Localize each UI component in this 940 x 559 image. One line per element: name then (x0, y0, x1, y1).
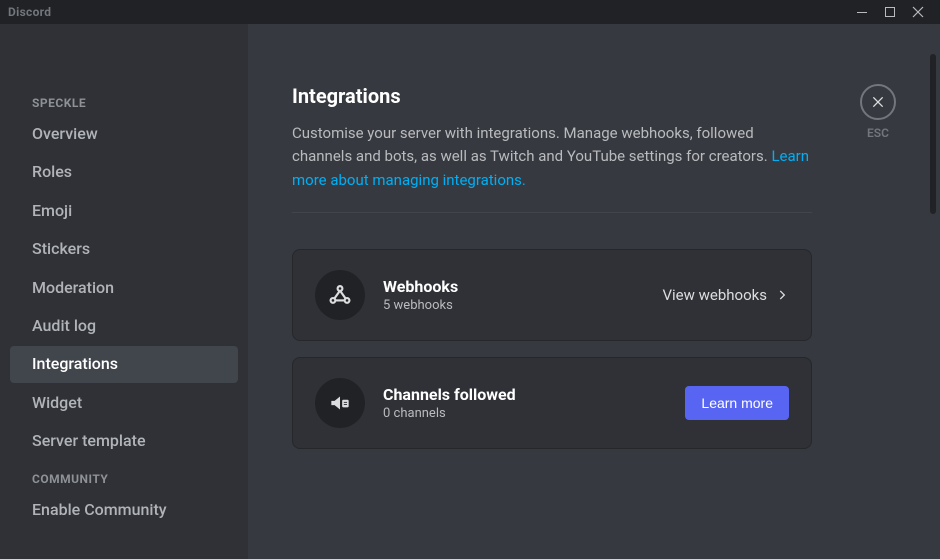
minimize-icon (856, 6, 868, 18)
view-webhooks-link[interactable]: View webhooks (662, 286, 789, 304)
channels-followed-card[interactable]: Channels followed 0 channels Learn more (292, 357, 812, 449)
close-icon (870, 94, 886, 110)
sidebar-item-stickers[interactable]: Stickers (10, 231, 238, 267)
sidebar-item-roles[interactable]: Roles (10, 154, 238, 190)
webhooks-title: Webhooks (383, 277, 644, 296)
maximize-button[interactable] (876, 0, 904, 24)
window-titlebar: Discord (0, 0, 940, 24)
webhooks-subtitle: 5 webhooks (383, 298, 644, 313)
sidebar-item-moderation[interactable]: Moderation (10, 270, 238, 306)
sidebar-item-widget[interactable]: Widget (10, 385, 238, 421)
learn-more-button[interactable]: Learn more (685, 386, 789, 420)
close-settings-button[interactable] (860, 84, 896, 120)
page-description-text: Customise your server with integrations.… (292, 124, 771, 165)
close-settings: ESC (860, 84, 896, 140)
maximize-icon (884, 6, 896, 18)
channels-followed-card-body: Channels followed 0 channels (383, 385, 667, 421)
webhooks-icon (315, 270, 365, 320)
sidebar-item-enable-community[interactable]: Enable Community (10, 492, 238, 528)
close-window-button[interactable] (904, 0, 932, 24)
webhooks-card[interactable]: Webhooks 5 webhooks View webhooks (292, 249, 812, 341)
sidebar-item-server-template[interactable]: Server template (10, 423, 238, 459)
channels-followed-title: Channels followed (383, 385, 667, 404)
chevron-right-icon (775, 288, 789, 302)
view-webhooks-label: View webhooks (662, 286, 767, 304)
channels-followed-subtitle: 0 channels (383, 406, 667, 421)
sidebar-item-audit-log[interactable]: Audit log (10, 308, 238, 344)
sidebar-item-emoji[interactable]: Emoji (10, 193, 238, 229)
page-description: Customise your server with integrations.… (292, 122, 812, 192)
channels-followed-icon (315, 378, 365, 428)
settings-sidebar: SPECKLE Overview Roles Emoji Stickers Mo… (0, 24, 248, 559)
page-title: Integrations (292, 84, 896, 108)
scrollbar-thumb[interactable] (930, 54, 936, 214)
sidebar-item-overview[interactable]: Overview (10, 116, 238, 152)
sidebar-heading-server: SPECKLE (10, 90, 238, 116)
content-region: ESC Integrations Customise your server w… (248, 24, 940, 559)
webhooks-card-body: Webhooks 5 webhooks (383, 277, 644, 313)
esc-label: ESC (867, 126, 889, 140)
app-logo: Discord (8, 5, 51, 19)
sidebar-item-integrations[interactable]: Integrations (10, 346, 238, 382)
window-controls (848, 0, 932, 24)
divider (292, 212, 812, 213)
minimize-button[interactable] (848, 0, 876, 24)
close-icon (912, 6, 924, 18)
sidebar-heading-community: COMMUNITY (10, 466, 238, 492)
